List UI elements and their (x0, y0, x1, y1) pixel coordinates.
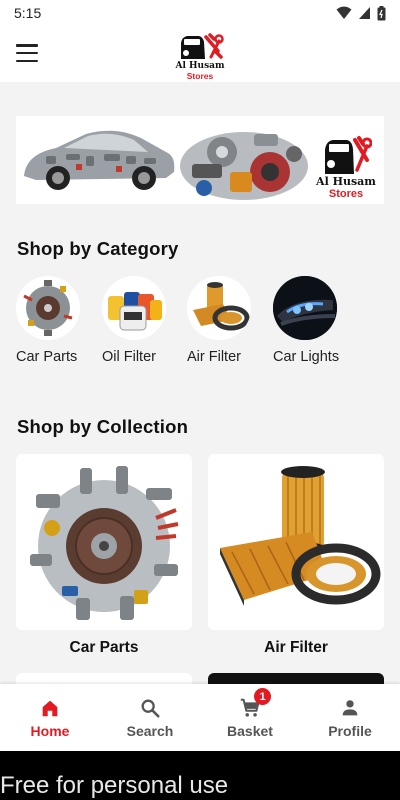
nav-profile[interactable]: Profile (300, 684, 400, 751)
status-icons (336, 5, 386, 21)
category-item-car-parts[interactable]: Car Parts (16, 276, 96, 366)
watermark-text: Free for personal use (0, 772, 229, 799)
collection-car-parts-image (30, 466, 179, 620)
battery-icon (377, 5, 386, 20)
category-item-oil-filter[interactable]: Oil Filter (102, 276, 182, 366)
banner-logo: Al Husam Stores (314, 124, 378, 200)
car-wrench-logo-icon (181, 33, 224, 59)
car-wrench-logo-icon (325, 136, 372, 174)
collection-label: Air Filter (264, 639, 328, 656)
signal-icon (359, 7, 370, 19)
category-label: Car Lights (273, 349, 340, 365)
home-content[interactable]: Al Husam Stores Shop by Category Car Par… (0, 82, 400, 684)
collection-card-peek[interactable] (16, 673, 192, 684)
logo-subtitle: Stores (186, 71, 214, 81)
collection-label: Car Parts (69, 639, 139, 656)
search-icon (141, 699, 160, 718)
home-icon (42, 700, 58, 716)
status-bar: 5:15 (0, 0, 400, 26)
store-logo[interactable]: Al Husam Stores (170, 27, 230, 81)
hamburger-menu-icon[interactable] (16, 44, 38, 62)
collection-card-air-filter[interactable] (208, 454, 384, 630)
nav-home[interactable]: Home (0, 684, 100, 751)
promo-banner[interactable]: Al Husam Stores (16, 116, 384, 204)
nav-label: Basket (227, 722, 273, 739)
car-parts-banner-image (24, 130, 308, 200)
category-item-car-lights[interactable]: Car Lights (273, 276, 353, 366)
nav-label: Search (126, 722, 174, 739)
collection-card-peek[interactable] (208, 673, 384, 684)
person-icon (342, 699, 358, 715)
category-item-air-filter[interactable]: Air Filter (187, 276, 267, 366)
basket-count-badge: 1 (254, 688, 271, 705)
category-air-filter-image (187, 276, 251, 340)
nav-label: Home (30, 722, 70, 739)
banner-logo-name: Al Husam (316, 175, 376, 188)
nav-basket[interactable]: 1 Basket (200, 684, 300, 751)
category-section-title: Shop by Category (17, 238, 179, 259)
category-oil-filter-image (102, 276, 166, 340)
nav-label: Profile (328, 722, 372, 739)
status-time: 5:15 (14, 5, 42, 21)
category-label: Oil Filter (102, 349, 156, 365)
wifi-icon (336, 6, 352, 19)
category-label: Car Parts (16, 349, 78, 365)
nav-search[interactable]: Search (100, 684, 200, 751)
banner-logo-subtitle: Stores (328, 188, 364, 200)
category-car-parts-image (16, 276, 80, 340)
collection-card-car-parts[interactable] (16, 454, 192, 630)
category-label: Air Filter (187, 349, 241, 365)
category-list: Car Parts Oil Filter Air Filter Car Ligh… (16, 276, 396, 386)
category-car-lights-image (273, 276, 337, 340)
bottom-navigation: Home Search 1 Basket Profile (0, 684, 400, 751)
collection-section-title: Shop by Collection (17, 416, 189, 437)
collection-air-filter-image (220, 466, 381, 606)
logo-name: Al Husam (175, 61, 225, 71)
app-bar: Al Husam Stores (0, 26, 400, 82)
